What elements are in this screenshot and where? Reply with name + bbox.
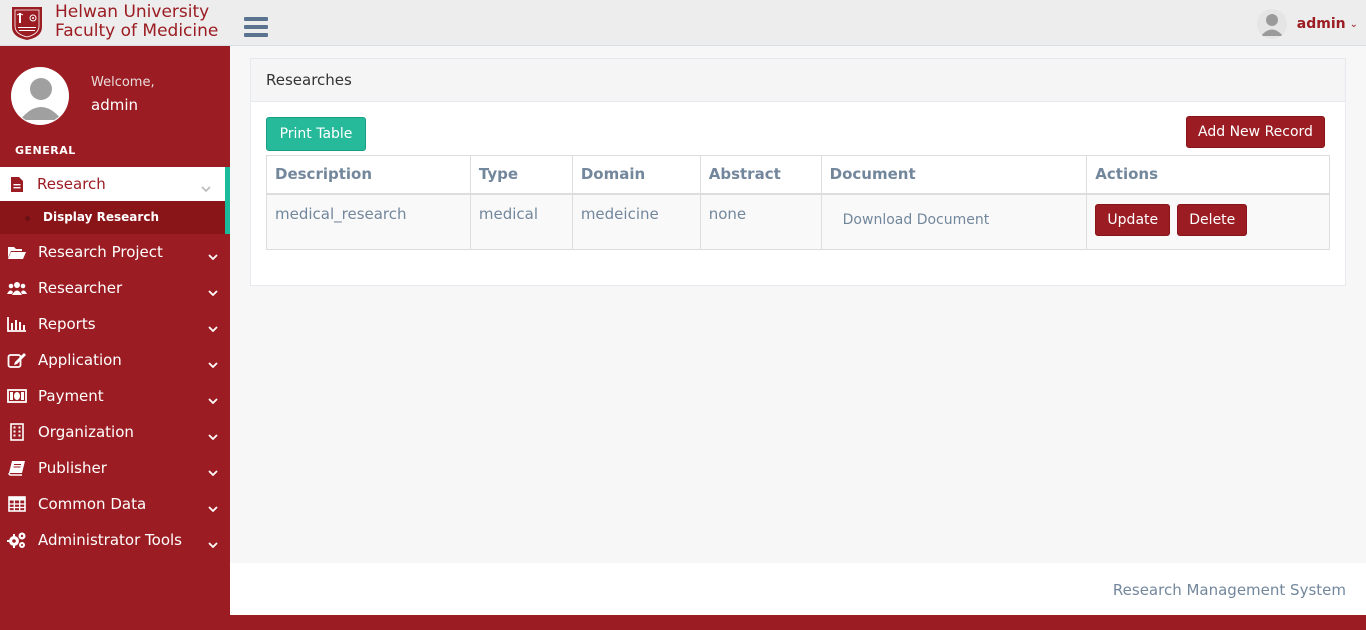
chevron-down-icon — [208, 498, 218, 517]
hamburger-icon — [244, 17, 268, 21]
sidebar-item-label: Administrator Tools — [38, 531, 182, 549]
table-icon — [7, 495, 27, 513]
print-table-button[interactable]: Print Table — [266, 117, 366, 151]
sidebar-item-application[interactable]: Application — [0, 342, 230, 378]
download-document-link[interactable]: Download Document — [843, 212, 990, 228]
column-header-type[interactable]: Type — [469, 155, 573, 195]
section-title: GENERAL — [15, 144, 76, 157]
column-header-actions[interactable]: Actions — [1086, 155, 1330, 195]
chevron-down-icon — [208, 354, 218, 373]
column-header-document[interactable]: Document — [820, 155, 1088, 195]
table-header-row: Description Type Domain Abstract Documen… — [266, 155, 1330, 195]
chevron-down-icon — [208, 426, 218, 445]
column-header-domain[interactable]: Domain — [571, 155, 701, 195]
cell-document: Download Document — [820, 193, 1088, 250]
sidebar-item-research-project[interactable]: Research Project — [0, 234, 230, 270]
update-button[interactable]: Update — [1095, 203, 1171, 236]
sidebar-item-label: Payment — [38, 387, 104, 405]
table-row: medical_research medical medeicine none … — [266, 193, 1330, 250]
chevron-down-icon — [208, 534, 218, 553]
researches-table: Description Type Domain Abstract Documen… — [266, 155, 1330, 250]
edit-icon — [7, 351, 27, 369]
bar-chart-icon — [7, 315, 27, 333]
sidebar-item-label: Researcher — [38, 279, 123, 297]
chevron-down-icon — [208, 246, 218, 265]
sidebar-item-organization[interactable]: Organization — [0, 414, 230, 450]
add-new-record-button[interactable]: Add New Record — [1186, 116, 1325, 148]
cell-abstract: none — [699, 193, 822, 250]
user-avatar-icon — [12, 68, 68, 124]
brand[interactable]: Helwan University Faculty of Medicine — [0, 0, 230, 46]
sidebar-item-researcher[interactable]: Researcher — [0, 270, 230, 306]
footer: Research Management System — [230, 563, 1366, 615]
sidebar-item-payment[interactable]: Payment — [0, 378, 230, 414]
brand-line-2: Faculty of Medicine — [55, 21, 219, 41]
book-icon — [7, 459, 27, 477]
column-header-description[interactable]: Description — [266, 155, 471, 195]
footer-text: Research Management System — [1112, 581, 1346, 599]
user-avatar-icon — [1256, 9, 1287, 39]
sidebar-subitem-display-research[interactable]: Display Research — [0, 201, 230, 234]
cell-description: medical_research — [266, 193, 471, 250]
cogs-icon — [7, 531, 27, 549]
sidebar: Welcome, admin GENERAL Research Display … — [0, 46, 230, 615]
money-icon — [7, 387, 27, 405]
users-icon — [7, 279, 27, 297]
sidebar-item-label: Reports — [38, 315, 96, 333]
chevron-down-icon — [201, 178, 211, 197]
profile-avatar — [11, 67, 69, 125]
hamburger-icon-bar — [244, 25, 268, 29]
folder-open-icon — [7, 243, 27, 261]
building-icon — [7, 423, 27, 441]
top-navbar: Helwan University Faculty of Medicine ad… — [0, 0, 1366, 46]
sidebar-item-research[interactable]: Research — [0, 167, 230, 201]
university-logo — [12, 7, 42, 40]
sidebar-item-reports[interactable]: Reports — [0, 306, 230, 342]
chevron-down-icon: ⌄ — [1349, 18, 1358, 30]
cell-type: medical — [469, 193, 573, 250]
welcome-text: Welcome, — [91, 75, 155, 90]
sidebar-item-label: Research Project — [38, 243, 163, 261]
cell-actions: Update Delete — [1086, 193, 1330, 250]
sidebar-item-label: Common Data — [38, 495, 147, 513]
profile-section: Welcome, admin — [0, 46, 230, 141]
user-menu[interactable]: admin ⌄ — [1256, 9, 1358, 39]
panel-header: Researches — [251, 59, 1345, 102]
sidebar-item-label: Organization — [38, 423, 134, 441]
sidebar-item-common-data[interactable]: Common Data — [0, 486, 230, 522]
sidebar-item-administrator-tools[interactable]: Administrator Tools — [0, 522, 230, 558]
chevron-down-icon — [208, 318, 218, 337]
cell-domain: medeicine — [571, 193, 701, 250]
sidebar-item-label: Publisher — [38, 459, 107, 477]
chevron-down-icon — [208, 462, 218, 481]
document-icon — [7, 175, 27, 193]
brand-line-1: Helwan University — [55, 2, 210, 22]
welcome-user-name: admin — [91, 96, 138, 114]
researches-panel: Researches Print Table Add New Record De… — [250, 58, 1346, 286]
avatar — [1256, 9, 1287, 39]
sidebar-item-publisher[interactable]: Publisher — [0, 450, 230, 486]
bottom-bar — [0, 615, 1366, 630]
page-title: Researches — [266, 71, 352, 89]
bullet-icon — [25, 216, 30, 221]
user-name: admin — [1296, 16, 1346, 32]
sidebar-item-label: Application — [38, 351, 122, 369]
sidebar-item-label: Research — [37, 175, 106, 193]
sidebar-subitem-label: Display Research — [43, 210, 159, 224]
column-header-abstract[interactable]: Abstract — [699, 155, 822, 195]
brand-title: Helwan University Faculty of Medicine — [55, 3, 218, 41]
delete-button[interactable]: Delete — [1177, 203, 1248, 236]
chevron-down-icon — [208, 390, 218, 409]
menu-toggle-button[interactable] — [244, 17, 268, 39]
hamburger-icon-bar — [244, 33, 268, 37]
chevron-down-icon — [208, 282, 218, 301]
